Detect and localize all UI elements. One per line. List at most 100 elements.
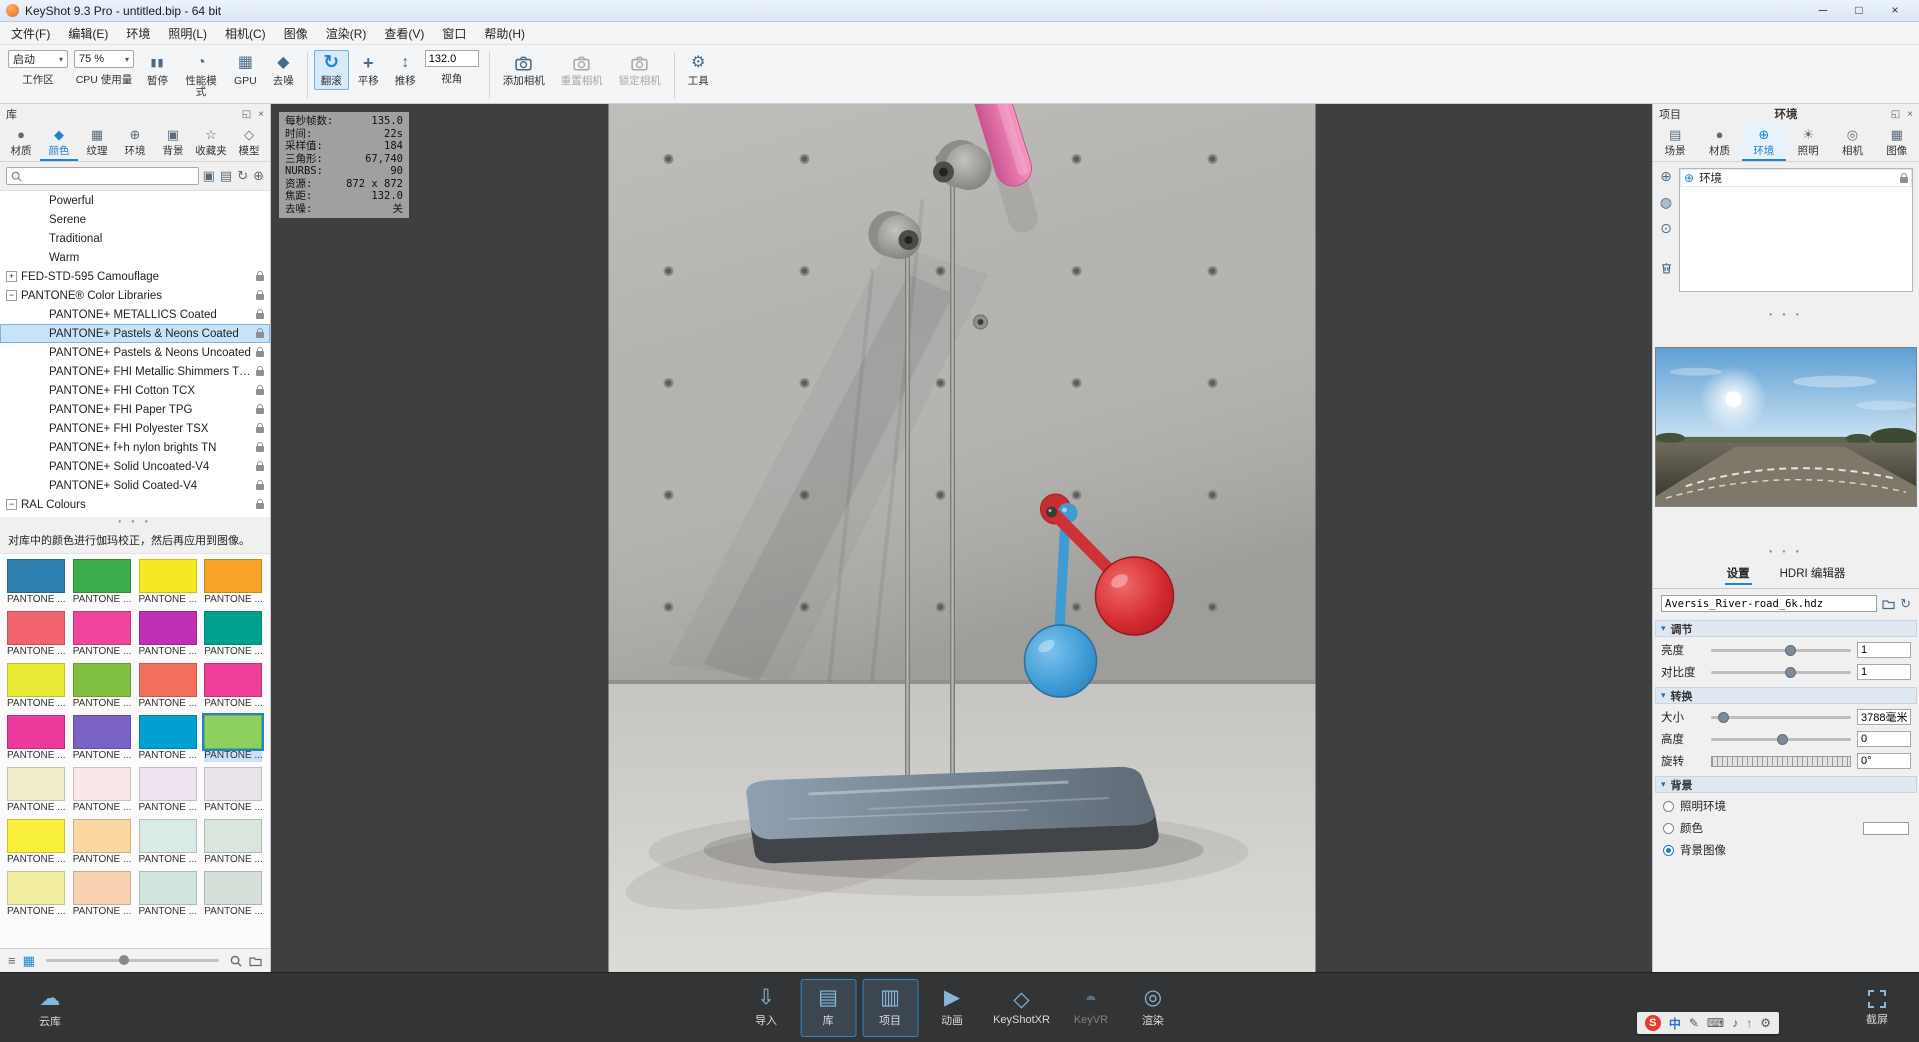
color-swatch[interactable]: PANTONE ... — [138, 611, 197, 658]
color-swatch[interactable]: PANTONE ... — [204, 819, 263, 866]
dock-keyvr[interactable]: ◓ KeyVR — [1063, 979, 1119, 1037]
section-transform[interactable]: ▾ 转换 — [1655, 687, 1917, 704]
tab-lighting[interactable]: ☀ 照明 — [1786, 124, 1830, 161]
color-swatch[interactable]: PANTONE ... — [72, 819, 131, 866]
swatch-chip[interactable] — [204, 819, 263, 853]
swatch-chip[interactable] — [72, 715, 131, 749]
keyboard-icon[interactable]: ⌨ — [1707, 1016, 1724, 1030]
swatch-chip[interactable] — [7, 871, 65, 905]
swatch-chip[interactable] — [72, 559, 131, 593]
dock-screenshot[interactable]: 截屏 — [1849, 979, 1905, 1037]
minimize-button[interactable]: ─ — [1805, 0, 1841, 21]
color-swatch[interactable]: PANTONE ... — [7, 715, 65, 762]
contrast-slider[interactable] — [1711, 666, 1851, 679]
add-folder-icon[interactable]: ▣ — [203, 169, 215, 183]
color-swatch[interactable]: PANTONE ... — [72, 715, 131, 762]
swatch-chip[interactable] — [138, 767, 197, 801]
color-swatch[interactable]: PANTONE ... — [138, 715, 197, 762]
color-swatch[interactable]: PANTONE ... — [7, 663, 65, 710]
dock-library[interactable]: ▤ 库 — [800, 978, 857, 1037]
menu-item[interactable]: 渲染(R) — [317, 22, 376, 45]
brightness-slider[interactable] — [1711, 644, 1851, 657]
tab-materials[interactable]: ● 材质 — [2, 124, 40, 161]
swatch-chip[interactable] — [204, 871, 263, 905]
float-panel-icon[interactable]: ◱ — [1891, 109, 1900, 120]
workspace-select[interactable]: 启动 ▾ 工作区 — [8, 50, 68, 87]
tree-row[interactable]: PANTONE+ Solid Coated-V4 — [0, 476, 270, 495]
gpu-button[interactable]: ▦ GPU — [227, 50, 264, 90]
hdri-preview[interactable] — [1655, 347, 1917, 507]
tree-row[interactable]: PANTONE+ FHI Metallic Shimmers TPM — [0, 362, 270, 381]
height-value[interactable] — [1857, 731, 1911, 747]
tree-row[interactable]: PANTONE+ METALLICS Coated — [0, 305, 270, 324]
performance-mode-button[interactable]: ◔ 性能模式 — [177, 50, 225, 101]
swatch-chip[interactable] — [138, 819, 197, 853]
brightness-value[interactable] — [1857, 642, 1911, 658]
swatch-chip[interactable] — [72, 611, 131, 645]
add-environment-icon[interactable]: ⊕ — [1660, 168, 1672, 185]
refresh-icon[interactable]: ↻ — [237, 169, 248, 183]
tree-row[interactable]: + FED-STD-595 Camouflage — [0, 267, 270, 286]
cpu-usage-select[interactable]: 75 % ▾ CPU 使用量 — [74, 50, 134, 87]
swatch-chip[interactable] — [72, 871, 131, 905]
settings-tab[interactable]: HDRI 编辑器 — [1778, 565, 1848, 585]
tab-favorites[interactable]: ☆ 收藏夹 — [192, 124, 230, 161]
color-swatch[interactable]: PANTONE ... — [204, 767, 263, 814]
background-option-image[interactable]: 背景图像 — [1653, 839, 1919, 861]
swatch-chip[interactable] — [7, 611, 65, 645]
tree-row[interactable]: Serene — [0, 210, 270, 229]
dock-keyshotxr[interactable]: ◇ KeyShotXR — [986, 979, 1057, 1037]
contrast-value[interactable] — [1857, 664, 1911, 680]
link-folder-icon[interactable]: ▤ — [220, 169, 232, 183]
color-swatch[interactable]: PANTONE ... — [138, 819, 197, 866]
expander-icon[interactable]: − — [6, 290, 17, 301]
tree-row[interactable]: − RAL Colours — [0, 495, 270, 514]
tree-row[interactable]: PANTONE+ Solid Uncoated-V4 — [0, 457, 270, 476]
render-image[interactable] — [608, 104, 1315, 972]
menu-item[interactable]: 环境 — [117, 22, 159, 45]
menu-item[interactable]: 文件(F) — [2, 22, 59, 45]
color-swatch[interactable]: PANTONE ... — [72, 871, 131, 918]
swatch-chip[interactable] — [7, 559, 65, 593]
menu-item[interactable]: 窗口 — [433, 22, 475, 45]
panel-resize-handle[interactable]: ● ● ● — [1653, 310, 1919, 321]
dock-animation[interactable]: ▶ 动画 — [924, 979, 980, 1037]
swatch-chip[interactable] — [72, 663, 131, 697]
swatch-chip[interactable] — [7, 715, 65, 749]
viewport[interactable]: 每秒帧数: 135.0 时间: 22s 采样值: 184 三角形: 67,740… — [271, 104, 1652, 972]
reset-camera-button[interactable]: 重置相机 — [554, 50, 610, 90]
close-panel-icon[interactable]: × — [1907, 109, 1913, 120]
color-swatch[interactable]: PANTONE ... — [72, 559, 131, 606]
menu-item[interactable]: 查看(V) — [375, 22, 433, 45]
color-swatch[interactable]: PANTONE ... — [204, 611, 263, 658]
tree-row[interactable]: PANTONE+ FHI Paper TPG — [0, 400, 270, 419]
tree-row[interactable]: Traditional — [0, 229, 270, 248]
swatch-chip[interactable] — [138, 871, 197, 905]
tab-scene[interactable]: ▤ 场景 — [1653, 124, 1697, 161]
color-swatch[interactable]: PANTONE ... — [7, 559, 65, 606]
size-slider[interactable] — [1711, 711, 1851, 724]
menu-item[interactable]: 照明(L) — [159, 22, 216, 45]
swatch-chip[interactable] — [7, 663, 65, 697]
search-box[interactable] — [6, 167, 199, 185]
tab-material[interactable]: ● 材质 — [1697, 124, 1741, 161]
color-swatch[interactable]: PANTONE ... — [7, 871, 65, 918]
fov-input[interactable] — [424, 50, 479, 67]
tab-environment[interactable]: ⊕ 环境 — [1741, 124, 1786, 161]
tab-textures[interactable]: ▦ 纹理 — [78, 124, 116, 161]
swatch-chip[interactable] — [72, 819, 131, 853]
tree-row[interactable]: PANTONE+ Pastels & Neons Coated — [0, 324, 270, 343]
tab-camera[interactable]: ◎ 相机 — [1830, 124, 1874, 161]
radio-selected-icon[interactable] — [1663, 844, 1674, 856]
panel-resize-handle[interactable]: ● ● ● — [1653, 547, 1919, 558]
color-swatch[interactable]: PANTONE ... — [72, 611, 131, 658]
color-swatch[interactable]: PANTONE ... — [7, 767, 65, 814]
tree-row[interactable]: PANTONE+ FHI Cotton TCX — [0, 381, 270, 400]
color-swatch[interactable]: PANTONE ... — [204, 871, 263, 918]
add-camera-button[interactable]: 添加相机 — [496, 50, 552, 90]
tree-row[interactable]: Powerful — [0, 191, 270, 210]
expander-icon[interactable]: − — [6, 499, 17, 510]
color-swatch[interactable]: PANTONE ... — [138, 559, 197, 606]
menu-item[interactable]: 编辑(E) — [59, 22, 117, 45]
refresh-icon[interactable]: ↻ — [1900, 596, 1911, 611]
